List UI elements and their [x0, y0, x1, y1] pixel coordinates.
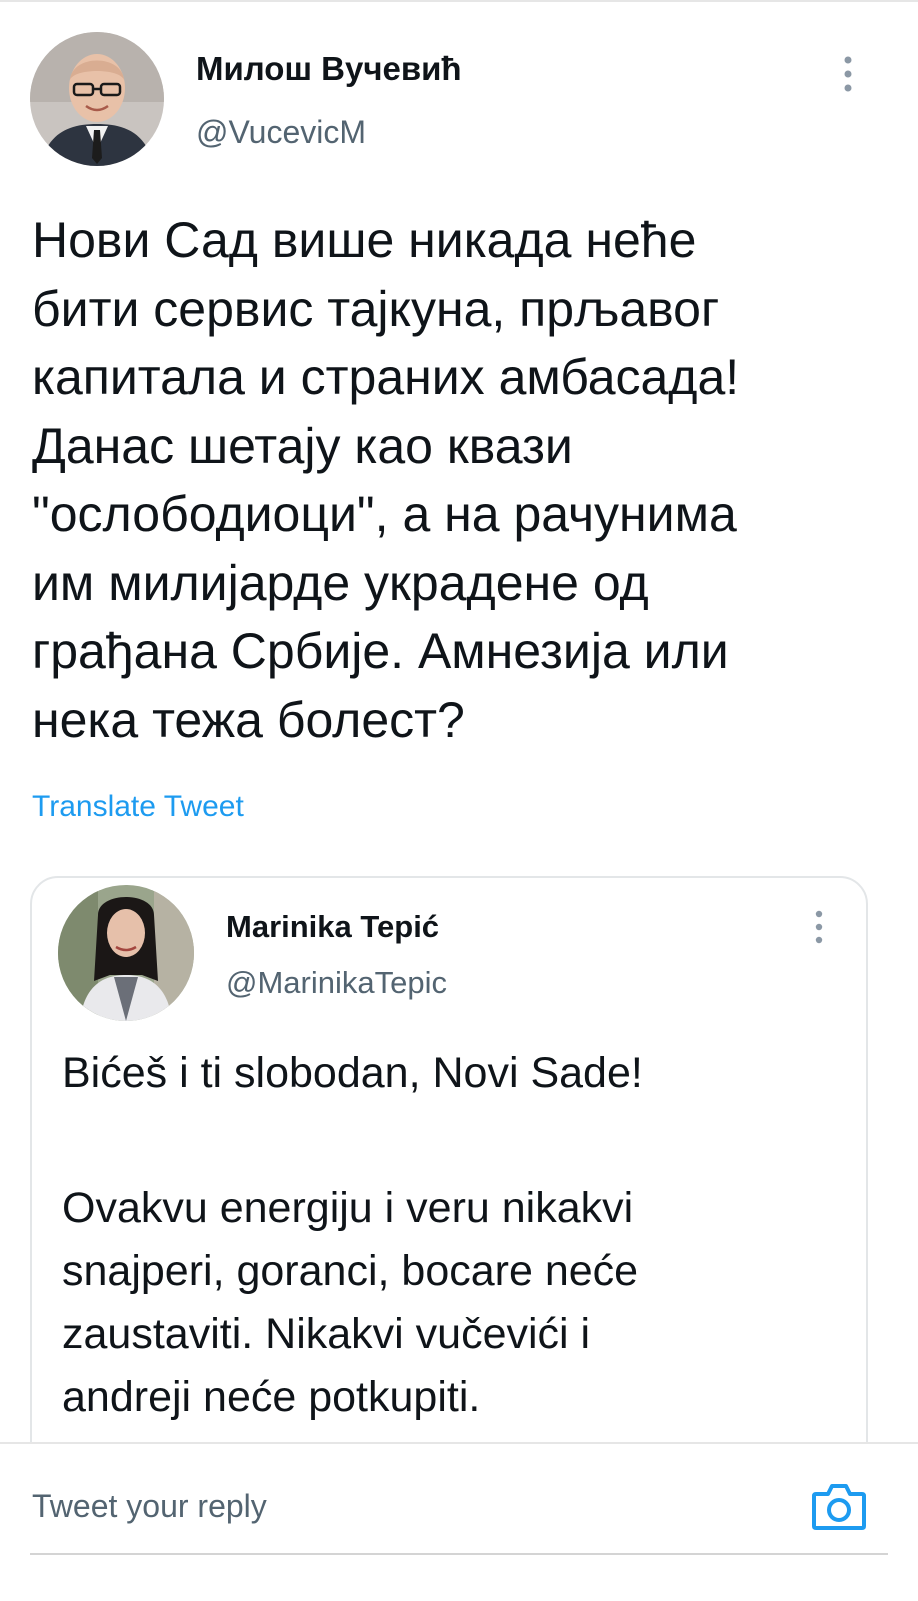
- quoted-text-line: snajperi, goranci, bocare neće: [62, 1247, 639, 1295]
- tweet-text-line: грађана Србије. Амнезија или: [32, 623, 729, 679]
- tweet-text-line: Нови Сад више никада неће: [32, 212, 697, 268]
- quoted-text-line: [62, 1105, 862, 1177]
- quoted-author-handle[interactable]: @MarinikaTepic: [226, 965, 447, 1001]
- author-handle[interactable]: @VucevicM: [196, 114, 366, 151]
- quoted-more-vertical-icon[interactable]: [808, 908, 830, 946]
- tweet-text-line: им милијарде украдене од: [32, 554, 649, 611]
- quoted-text-line: andreji neće potkupiti.: [62, 1373, 481, 1421]
- quoted-tweet-text: Bićeš i ti slobodan, Novi Sade! Ovakvu e…: [62, 1042, 862, 1429]
- reply-input[interactable]: Tweet your reply: [32, 1488, 267, 1525]
- quoted-text-line: Ovakvu energiju i veru nikakvi: [62, 1184, 634, 1232]
- bottom-divider: [30, 1553, 888, 1555]
- quoted-text-line: zaustaviti. Nikakvi vučevići i: [62, 1310, 591, 1358]
- translate-tweet-link[interactable]: Translate Tweet: [32, 790, 244, 824]
- top-divider: [0, 0, 918, 2]
- tweet-text-line: нека тежа болест?: [32, 691, 465, 748]
- author-name[interactable]: Милош Вучевић: [196, 50, 462, 88]
- more-vertical-icon[interactable]: [836, 54, 860, 94]
- quoted-author-avatar[interactable]: [58, 885, 194, 1021]
- camera-icon[interactable]: [810, 1478, 868, 1534]
- tweet-text-line: "ослободиоци", а на рачунима: [32, 486, 737, 542]
- tweet-text-line: капитала и страних амбасада!: [32, 349, 740, 405]
- author-avatar[interactable]: [30, 32, 164, 166]
- quoted-text-line: Bićeš i ti slobodan, Novi Sade!: [62, 1049, 643, 1097]
- tweet-text-line: Данас шетају као квази: [32, 417, 573, 474]
- quoted-author-name[interactable]: Marinika Tepić: [226, 909, 439, 945]
- tweet-text-line: бити сервис тајкуна, прљавог: [32, 280, 720, 337]
- tweet-text: Нови Сад више никада неће бити сервис та…: [32, 206, 892, 754]
